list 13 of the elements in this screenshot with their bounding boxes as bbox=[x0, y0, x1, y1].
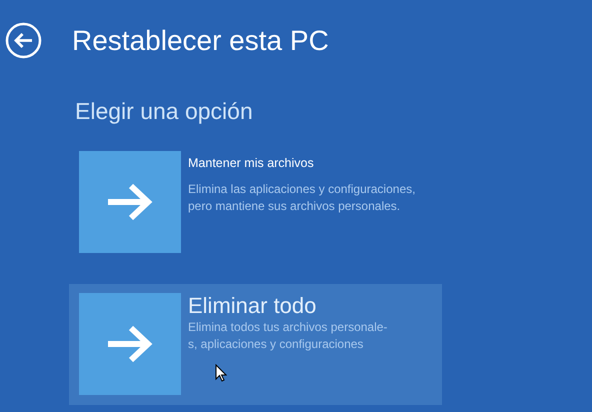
option-description: Elimina todos tus archivos personale- s, aplicaciones y configuraciones bbox=[188, 319, 388, 353]
option-button[interactable]: Mantener mis archivos Elimina las aplicaciones y configuraciones, pero mantiene sus archivos personales. bbox=[69, 151, 442, 272]
cursor-icon bbox=[215, 364, 227, 382]
arrow-icon bbox=[105, 182, 155, 222]
back-icon bbox=[5, 22, 42, 59]
option-description: Elimina las aplicaciones y configuraciones, pero mantiene sus archivos personales. bbox=[188, 181, 416, 215]
option-button[interactable]: Eliminar todo Elimina todos tus archivos personale- s, aplicaciones y configuraciones bbox=[69, 284, 442, 405]
arrow-icon bbox=[105, 324, 155, 364]
option-title: Eliminar todo bbox=[188, 293, 318, 319]
section-heading: Elegir una opción bbox=[75, 97, 254, 125]
back-button[interactable] bbox=[5, 22, 42, 59]
page-title: Restablecer esta PC bbox=[72, 24, 329, 58]
option-title: Mantener mis archivos bbox=[188, 155, 315, 172]
